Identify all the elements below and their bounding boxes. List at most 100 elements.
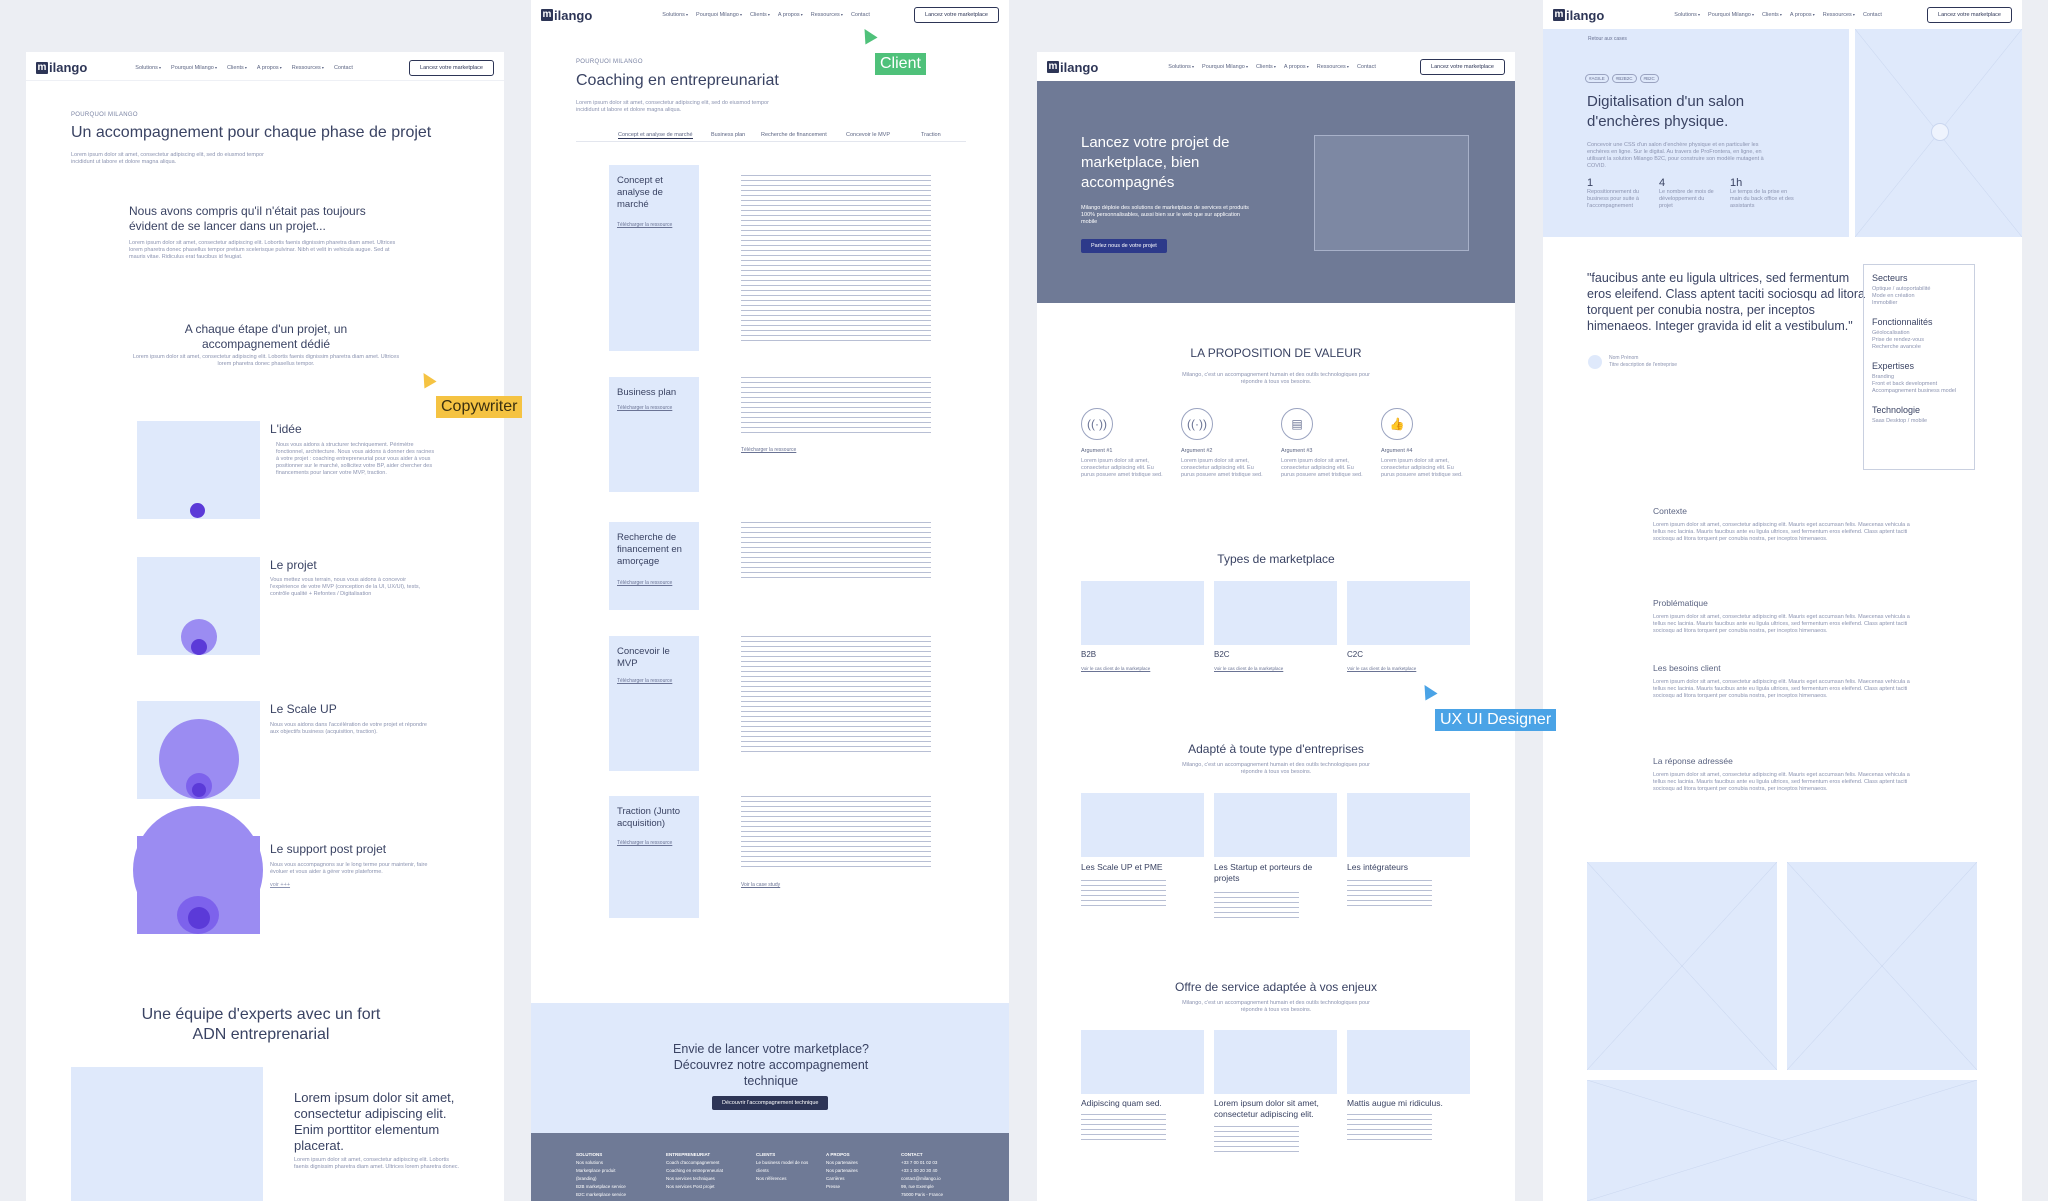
nav-item-pourquoi[interactable]: Pourquoi Milango <box>171 65 217 71</box>
type-image <box>1347 581 1470 645</box>
nav-item-pourquoi[interactable]: Pourquoi Milango <box>696 12 742 18</box>
download-link[interactable]: Télécharger la ressource <box>617 405 672 411</box>
hero: Lancez votre projet de marketplace, bien… <box>1037 81 1515 303</box>
offer-text <box>1214 1126 1299 1156</box>
type-link[interactable]: Voir le cas client de la marketplace <box>1214 666 1283 671</box>
type-image <box>1081 581 1204 645</box>
footer-col: ENTREPRENEURIAT Coach d'accompagnement C… <box>666 1152 724 1189</box>
download-link[interactable]: Télécharger la ressource <box>617 580 672 586</box>
frame-pourquoi-milango: milango Solutions Pourquoi Milango Clien… <box>26 52 504 1201</box>
download-link[interactable]: Télécharger la ressource <box>617 222 672 228</box>
nav-item-contact[interactable]: Contact <box>851 12 870 18</box>
download-link[interactable]: Télécharger la ressource <box>617 678 672 684</box>
tab-concept[interactable]: Concept et analyse de marché <box>618 132 693 139</box>
gallery-image <box>1587 1080 1977 1201</box>
logo[interactable]: m ilango <box>1047 60 1098 75</box>
nav-item-clients[interactable]: Clients <box>1256 64 1276 70</box>
case-title: Digitalisation d'un salon d'enchères phy… <box>1587 93 1745 130</box>
nav-item-ressources[interactable]: Ressources <box>1317 64 1349 70</box>
nav-item-solutions[interactable]: Solutions <box>135 65 161 71</box>
nav-item-solutions[interactable]: Solutions <box>662 12 688 18</box>
breadcrumb[interactable]: Retour aux cases <box>1588 36 1627 42</box>
step-illustration <box>137 557 260 655</box>
argument-text: Lorem ipsum dolor sit amet, consectetur … <box>1181 458 1263 478</box>
top-nav: milango Solutions Pourquoi Milango Clien… <box>26 55 504 81</box>
offer-subtitle: Milango, c'est un accompagnement humain … <box>1182 1000 1370 1013</box>
tab-mvp[interactable]: Concevoir le MVP <box>846 132 890 138</box>
gallery-image <box>1587 862 1777 1070</box>
type-link[interactable]: Voir le cas client de la marketplace <box>1347 666 1416 671</box>
section-heading: Les besoins client <box>1653 663 1721 673</box>
body-text <box>741 377 931 437</box>
top-nav: milango Solutions Pourquoi Milango Clien… <box>1543 2 2022 28</box>
value-title: LA PROPOSITION DE VALEUR <box>1190 346 1362 360</box>
section-body: Lorem ipsum dolor sit amet, consectetur … <box>132 354 400 367</box>
sidebar-item: Saas Desktop / mobile <box>1872 418 1928 424</box>
nav-item-pourquoi[interactable]: Pourquoi Milango <box>1708 12 1754 18</box>
team-body: Lorem ipsum dolor sit amet, consectetur … <box>294 1157 460 1170</box>
adapt-image <box>1081 793 1204 857</box>
document-icon: ▤ <box>1281 408 1313 440</box>
step-title: Le support post projet <box>270 842 387 856</box>
nav-item-clients[interactable]: Clients <box>227 65 247 71</box>
step-text: Nous vous aidons à structurer techniquem… <box>276 442 435 476</box>
discover-button[interactable]: Découvrir l'accompagnement technique <box>712 1096 829 1110</box>
play-icon[interactable] <box>1931 123 1949 141</box>
adapt-image <box>1347 793 1470 857</box>
section-title: A chaque étape d'un projet, un accompagn… <box>184 322 348 351</box>
section-heading: La réponse adressée <box>1653 756 1733 766</box>
launch-marketplace-button[interactable]: Lancez votre marketplace <box>914 7 999 23</box>
tab-business-plan[interactable]: Business plan <box>711 132 745 138</box>
tag: #B2C <box>1639 74 1659 83</box>
author-name: Nom Prénom <box>1609 355 1639 361</box>
nav-item-ressources[interactable]: Ressources <box>292 65 324 71</box>
nav-item-solutions[interactable]: Solutions <box>1168 64 1194 70</box>
nav-item-contact[interactable]: Contact <box>334 65 353 71</box>
logo[interactable]: m ilango <box>1553 8 1604 23</box>
case-study-link[interactable]: Voir la case study <box>741 882 780 888</box>
nav-item-pourquoi[interactable]: Pourquoi Milango <box>1202 64 1248 70</box>
nav-item-apropos[interactable]: A propos <box>257 65 282 71</box>
resource-title: Concept et analyse de marché <box>617 175 663 210</box>
tab-traction[interactable]: Traction <box>921 132 941 138</box>
download-link[interactable]: Télécharger la ressource <box>617 840 672 846</box>
launch-marketplace-button[interactable]: Lancez votre marketplace <box>1420 59 1505 75</box>
argument-label: Argument #4 <box>1381 448 1413 454</box>
nav-menu: Solutions Pourquoi Milango Clients A pro… <box>1168 64 1376 70</box>
hero-button[interactable]: Parlez nous de votre projet <box>1081 239 1167 253</box>
nav-item-clients[interactable]: Clients <box>1762 12 1782 18</box>
step-dot <box>188 907 210 929</box>
logo[interactable]: m ilango <box>541 8 592 23</box>
nav-item-contact[interactable]: Contact <box>1357 64 1376 70</box>
nav-item-contact[interactable]: Contact <box>1863 12 1882 18</box>
argument-text: Lorem ipsum dolor sit amet, consectetur … <box>1281 458 1363 478</box>
broadcast-icon: ((·)) <box>1081 408 1113 440</box>
step-link[interactable]: voir +++ <box>270 882 290 889</box>
sidebar-item: Immobilier <box>1872 300 1898 306</box>
section-body: Lorem ipsum dolor sit amet, consectetur … <box>1653 772 1910 792</box>
type-link[interactable]: Voir le cas client de la marketplace <box>1081 666 1150 671</box>
nav-item-ressources[interactable]: Ressources <box>1823 12 1855 18</box>
type-label: B2C <box>1214 650 1230 659</box>
sidebar-item: Branding <box>1872 374 1895 380</box>
nav-item-apropos[interactable]: A propos <box>778 12 803 18</box>
download-link[interactable]: Télécharger la ressource <box>741 447 796 453</box>
value-subtitle: Milango, c'est un accompagnement humain … <box>1182 372 1370 385</box>
tab-financement[interactable]: Recherche de financement <box>761 132 827 138</box>
body-text <box>741 522 931 582</box>
logo[interactable]: m ilango <box>36 60 87 75</box>
nav-item-clients[interactable]: Clients <box>750 12 770 18</box>
sidebar-title: Technologie <box>1872 405 1921 415</box>
section-heading: Contexte <box>1653 506 1688 516</box>
launch-marketplace-button[interactable]: Lancez votre marketplace <box>409 59 494 76</box>
team-title: Une équipe d'experts avec un fort ADN en… <box>141 1006 381 1043</box>
nav-item-apropos[interactable]: A propos <box>1790 12 1815 18</box>
nav-item-solutions[interactable]: Solutions <box>1674 12 1700 18</box>
offer-image <box>1081 1030 1204 1094</box>
launch-marketplace-button[interactable]: Lancez votre marketplace <box>1927 7 2012 23</box>
nav-item-ressources[interactable]: Ressources <box>811 12 843 18</box>
offer-text <box>1347 1114 1432 1144</box>
body-text <box>741 175 931 345</box>
step-dot <box>190 503 205 518</box>
nav-item-apropos[interactable]: A propos <box>1284 64 1309 70</box>
